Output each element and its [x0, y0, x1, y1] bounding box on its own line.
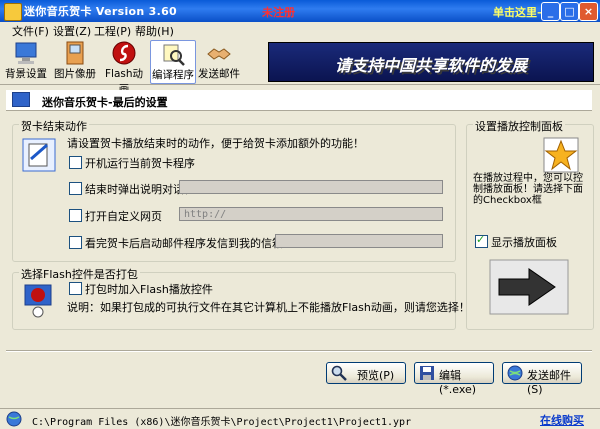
menu-file[interactable]: 文件(F): [12, 23, 49, 39]
flash-legend: 选择Flash控件是否打包: [19, 266, 140, 282]
tab-send-mail-label: 发送邮件: [198, 68, 240, 80]
window-title: 迷你音乐贺卡 Version 3.60: [24, 5, 178, 18]
globe-icon: [507, 365, 523, 381]
settings-document-icon: [22, 138, 56, 172]
email-field[interactable]: [275, 234, 443, 248]
open-webpage-label: 打开自定义网页: [85, 210, 162, 223]
tab-photo-album[interactable]: 图片像册: [52, 40, 98, 82]
tab-background[interactable]: 背景设置: [4, 40, 48, 82]
send-mail-button-label: 发送邮件(S): [527, 369, 571, 396]
status-bar: C:\Program Files (x86)\迷你音乐贺卡\Project\Pr…: [0, 408, 600, 429]
photo-album-icon: [66, 41, 84, 65]
end-action-description: 请设置贺卡播放结束时的动作，便于给贺卡添加额外的功能！: [67, 137, 364, 150]
menu-help[interactable]: 帮助(H): [135, 23, 174, 39]
startup-run-checkbox[interactable]: [69, 156, 82, 169]
end-action-group: 贺卡结束动作 请设置贺卡播放结束时的动作，便于给贺卡添加额外的功能！ 开机运行当…: [12, 118, 456, 262]
section-header: 迷你音乐贺卡-最后的设置: [6, 90, 592, 111]
end-dialog-field[interactable]: [179, 180, 443, 194]
tab-send-mail[interactable]: 发送邮件: [196, 40, 242, 82]
bundle-flash-checkbox[interactable]: [69, 282, 82, 295]
handshake-icon: [207, 48, 231, 60]
app-icon: [4, 3, 22, 21]
open-webpage-checkbox[interactable]: [69, 209, 82, 222]
send-mail-label: 看完贺卡后启动邮件程序发信到我的信箱:: [85, 237, 287, 250]
menu-bar: 文件(F) 设置(Z) 工程(P) 帮助(H): [0, 22, 600, 38]
star-icon: [543, 137, 579, 173]
title-bar: 迷你音乐贺卡 Version 3.60 未注册 单击这里—>> _ □ ×: [0, 0, 600, 22]
computer-icon: [15, 42, 37, 64]
menu-settings[interactable]: 设置(Z): [53, 23, 91, 39]
arrow-panel-icon: [489, 259, 569, 315]
maximize-button[interactable]: □: [560, 2, 579, 21]
monitor-icon: [12, 92, 30, 107]
webpage-url-field[interactable]: http://: [179, 207, 443, 221]
project-path: C:\Program Files (x86)\迷你音乐贺卡\Project\Pr…: [32, 417, 412, 428]
end-dialog-checkbox[interactable]: [69, 182, 82, 195]
bundle-flash-label: 打包时加入Flash播放控件: [85, 283, 213, 296]
tab-photo-album-label: 图片像册: [54, 68, 96, 80]
show-panel-checkbox[interactable]: [475, 233, 488, 248]
compile-icon: [163, 44, 185, 66]
show-panel-label: 显示播放面板: [491, 236, 557, 249]
globe-status-icon: [6, 411, 22, 427]
send-mail-button[interactable]: 发送邮件(S): [502, 362, 582, 396]
startup-run-label: 开机运行当前贺卡程序: [85, 157, 195, 170]
save-disk-icon: [420, 366, 434, 380]
control-panel-group: 设置播放控制面板 在播放过程中，您可以控制播放面板！请选择下面的Checkbox…: [466, 118, 594, 330]
tab-compile-label: 编译程序: [152, 69, 194, 81]
flash-note: 说明：如果打包成的可执行文件在其它计算机上不能播放Flash动画，则请您选择！: [67, 301, 470, 314]
menu-project[interactable]: 工程(P): [94, 23, 131, 39]
support-banner: 请支持中国共享软件的发展: [268, 42, 594, 82]
flash-icon: [112, 41, 136, 65]
banner-text: 请支持中国共享软件的发展: [334, 56, 527, 75]
end-action-legend: 贺卡结束动作: [19, 118, 89, 134]
tab-compile[interactable]: 编译程序: [150, 40, 196, 84]
flash-player-icon: [24, 284, 52, 318]
minimize-button[interactable]: _: [541, 2, 560, 21]
preview-label: 预览(P): [357, 369, 395, 382]
edit-button[interactable]: 编辑(*.exe): [414, 362, 494, 396]
tab-flash[interactable]: Flash动画: [100, 40, 148, 95]
unregistered-label: 未注册: [262, 6, 295, 19]
magnifier-icon: [331, 365, 347, 381]
send-mail-checkbox[interactable]: [69, 236, 82, 249]
flash-group: 选择Flash控件是否打包 打包时加入Flash播放控件 说明：如果打包成的可执…: [12, 266, 470, 330]
close-button[interactable]: ×: [579, 2, 598, 21]
preview-button[interactable]: 预览(P): [326, 362, 406, 384]
tab-background-label: 背景设置: [5, 68, 47, 80]
edit-label: 编辑(*.exe): [439, 369, 477, 396]
control-panel-description: 在播放过程中，您可以控制播放面板！请选择下面的Checkbox框: [473, 173, 583, 206]
control-panel-legend: 设置播放控制面板: [473, 118, 565, 134]
buy-online-link[interactable]: 在线购买: [540, 412, 584, 428]
section-title: 迷你音乐贺卡-最后的设置: [42, 96, 168, 109]
divider: [6, 350, 592, 352]
